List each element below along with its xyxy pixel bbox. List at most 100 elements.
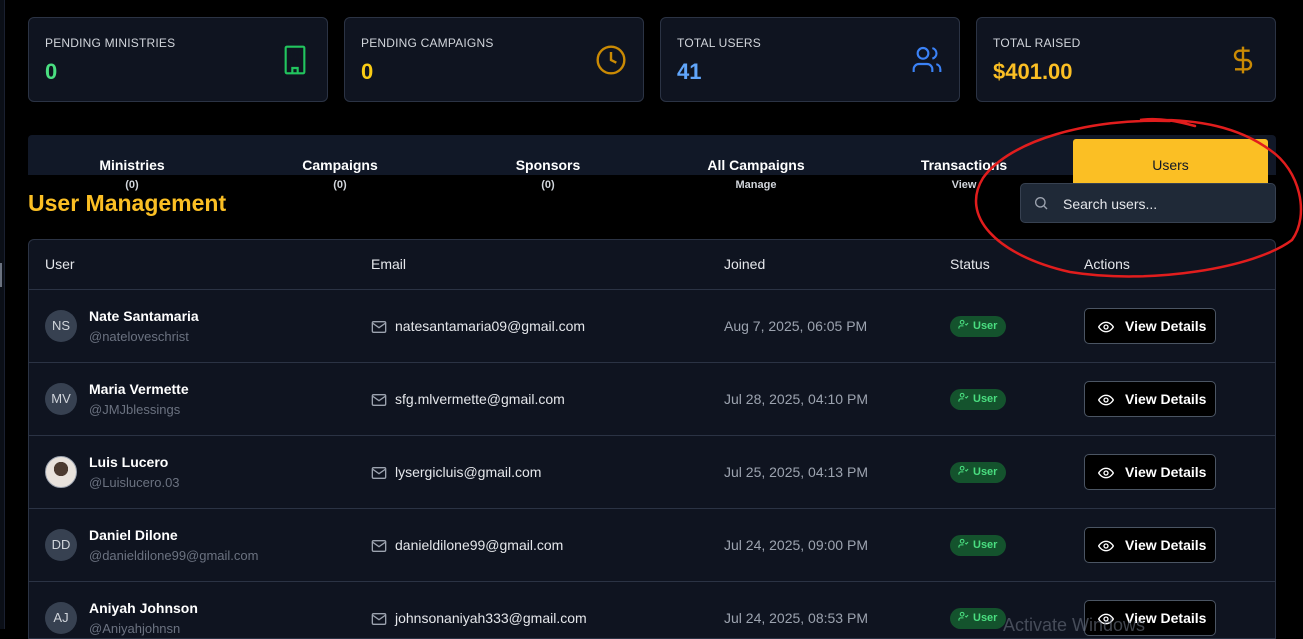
button-label: View Details <box>1125 537 1207 553</box>
tab-count: (0) <box>541 179 555 191</box>
eye-icon <box>1098 540 1114 552</box>
stat-card-total-raised: TOTAL RAISED $401.00 <box>976 17 1276 102</box>
joined-date: Jul 24, 2025, 09:00 PM <box>724 537 868 553</box>
mail-icon <box>371 540 387 552</box>
status-label: User <box>973 320 998 332</box>
tab-ministries[interactable]: Ministries (0) <box>28 135 236 191</box>
mail-icon <box>371 467 387 479</box>
joined-date: Jul 24, 2025, 08:53 PM <box>724 610 868 626</box>
users-icon <box>911 44 943 76</box>
user-email: natesantamaria09@gmail.com <box>395 318 586 334</box>
stat-value: $401.00 <box>993 59 1073 84</box>
view-details-button[interactable]: View Details <box>1084 454 1216 490</box>
avatar: NS <box>45 310 77 342</box>
avatar: DD <box>45 529 77 561</box>
stat-value: 0 <box>45 59 58 84</box>
stat-value: 41 <box>677 59 702 84</box>
column-header-email: Email <box>371 256 407 272</box>
user-name: Nate Santamaria <box>89 308 199 324</box>
status-label: User <box>973 539 998 551</box>
view-details-button[interactable]: View Details <box>1084 308 1216 344</box>
stat-card-total-users: TOTAL USERS 41 <box>660 17 960 102</box>
mail-icon <box>371 613 387 625</box>
user-check-icon <box>958 538 969 548</box>
eye-icon <box>1098 321 1114 333</box>
joined-date: Jul 25, 2025, 04:13 PM <box>724 464 868 480</box>
avatar: AJ <box>45 602 77 634</box>
left-window-edge <box>0 0 5 629</box>
table-row: DD Daniel Dilone @danieldilone99@gmail.c… <box>29 509 1275 582</box>
tab-label: All Campaigns <box>707 157 805 173</box>
stat-label: PENDING CAMPAIGNS <box>361 36 494 50</box>
user-check-icon <box>958 465 969 475</box>
users-table: User Email Joined Status Actions NS Nate… <box>28 239 1276 639</box>
column-header-joined: Joined <box>724 256 766 272</box>
user-handle: @JMJblessings <box>89 402 181 417</box>
status-badge: User <box>950 462 1007 483</box>
joined-date: Aug 7, 2025, 06:05 PM <box>724 318 868 334</box>
tab-users[interactable]: Users <box>1073 139 1268 183</box>
button-label: View Details <box>1125 318 1207 334</box>
page-title: User Management <box>28 190 227 216</box>
clock-icon <box>595 44 627 76</box>
column-header-status: Status <box>950 256 990 272</box>
tab-label: Sponsors <box>515 157 581 173</box>
tab-label: Campaigns <box>302 157 378 173</box>
user-name: Aniyah Johnson <box>89 600 198 616</box>
status-label: User <box>973 393 998 405</box>
stat-label: PENDING MINISTRIES <box>45 36 176 50</box>
stat-label: TOTAL USERS <box>677 36 761 50</box>
tab-sublabel: Manage <box>735 179 777 191</box>
user-check-icon <box>958 392 969 402</box>
user-handle: @danieldilone99@gmail.com <box>89 548 259 563</box>
column-header-actions: Actions <box>1084 256 1130 272</box>
search-box <box>1020 183 1276 224</box>
table-row: MV Maria Vermette @JMJblessings sfg.mlve… <box>29 363 1275 436</box>
user-name: Maria Vermette <box>89 381 189 397</box>
search-icon <box>1035 197 1048 210</box>
mail-icon <box>371 394 387 406</box>
user-check-icon <box>958 611 969 621</box>
os-activation-watermark: Activate Windows <box>1003 615 1146 635</box>
user-name: Daniel Dilone <box>89 527 178 543</box>
tab-sponsors[interactable]: Sponsors (0) <box>444 135 652 191</box>
search-input[interactable] <box>1061 184 1265 224</box>
stat-card-pending-campaigns: PENDING CAMPAIGNS 0 <box>344 17 644 102</box>
building-icon <box>279 44 311 76</box>
user-handle: @nateloveschrist <box>89 329 189 344</box>
joined-date: Jul 28, 2025, 04:10 PM <box>724 391 868 407</box>
user-email: lysergicluis@gmail.com <box>395 464 542 480</box>
tab-all-campaigns[interactable]: All Campaigns Manage <box>652 135 860 191</box>
status-badge: User <box>950 316 1007 337</box>
tab-transactions[interactable]: Transactions View <box>860 135 1068 191</box>
status-badge: User <box>950 608 1007 629</box>
stat-value: 0 <box>361 59 374 84</box>
view-details-button[interactable]: View Details <box>1084 381 1216 417</box>
button-label: View Details <box>1125 464 1207 480</box>
tab-campaigns[interactable]: Campaigns (0) <box>236 135 444 191</box>
user-handle: @Luislucero.03 <box>89 475 180 490</box>
tab-label: Transactions <box>920 157 1008 173</box>
tab-label: Ministries <box>99 157 165 173</box>
stat-label: TOTAL RAISED <box>993 36 1081 50</box>
avatar: MV <box>45 383 77 415</box>
status-label: User <box>973 466 998 478</box>
column-header-user: User <box>45 256 75 272</box>
status-badge: User <box>950 535 1007 556</box>
user-email: danieldilone99@gmail.com <box>395 537 564 553</box>
status-badge: User <box>950 389 1007 410</box>
table-row: Luis Lucero @Luislucero.03 lysergicluis@… <box>29 436 1275 509</box>
user-email: johnsonaniyah333@gmail.com <box>395 610 587 626</box>
tab-bar: Ministries (0) Campaigns (0) Sponsors (0… <box>28 135 1276 191</box>
table-row: NS Nate Santamaria @nateloveschrist nate… <box>29 290 1275 363</box>
user-check-icon <box>958 319 969 329</box>
eye-icon <box>1098 394 1114 406</box>
tab-count: (0) <box>333 179 347 191</box>
eye-icon <box>1098 467 1114 479</box>
view-details-button[interactable]: View Details <box>1084 527 1216 563</box>
button-label: View Details <box>1125 391 1207 407</box>
tab-label: Users <box>1152 157 1189 173</box>
mail-icon <box>371 321 387 333</box>
stat-card-pending-ministries: PENDING MINISTRIES 0 <box>28 17 328 102</box>
status-label: User <box>973 612 998 624</box>
